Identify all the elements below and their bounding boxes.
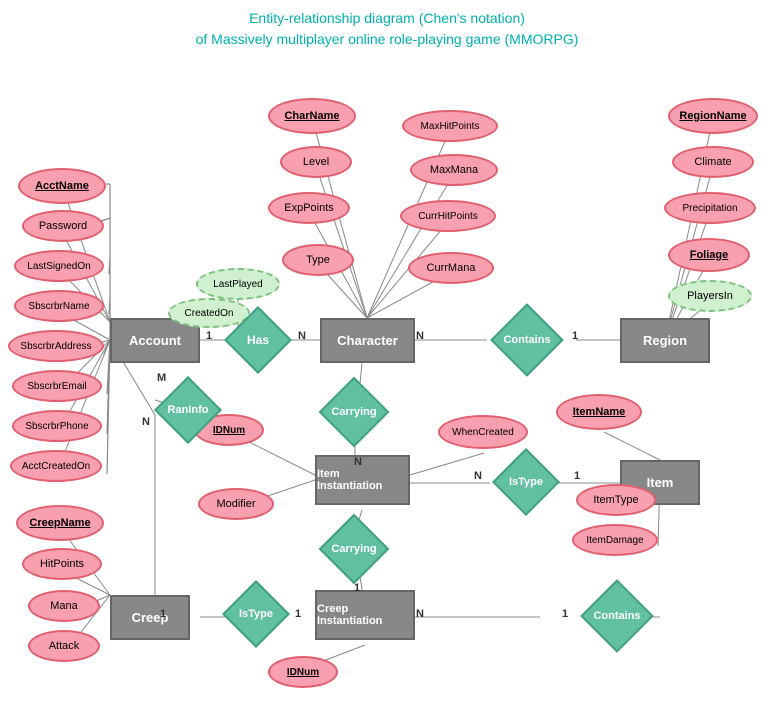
attr-acctname: AcctName — [18, 168, 106, 204]
entity-creep: Creep — [110, 595, 190, 640]
relationship-has: Has — [220, 318, 296, 362]
attr-password: Password — [22, 210, 104, 242]
relationship-contains-region: Contains — [484, 318, 570, 362]
attr-exppoints: ExpPoints — [268, 192, 350, 224]
attr-regionname: RegionName — [668, 98, 758, 134]
attr-precipitation: Precipitation — [664, 192, 756, 224]
card-contains-1: 1 — [572, 330, 578, 342]
relationship-carrying-char: Carrying — [314, 390, 394, 434]
card-istype-1: 1 — [574, 470, 580, 482]
attr-sbscrbr-email: SbscrbrEmail — [12, 370, 102, 402]
card-istype-creep-1: 1 — [160, 608, 166, 620]
attr-climate: Climate — [672, 146, 754, 178]
card-contains-n: N — [416, 330, 424, 342]
card-carrying-creep-1: 1 — [354, 582, 360, 594]
attr-maxhitpoints: MaxHitPoints — [402, 110, 498, 142]
attr-currmana: CurrMana — [408, 252, 494, 284]
card-has-1: 1 — [206, 330, 212, 342]
card-contains-creep-n: N — [416, 608, 424, 620]
attr-modifier: Modifier — [198, 488, 274, 520]
card-istype-creep-n: 1 — [295, 608, 301, 620]
attr-creepname: CreepName — [16, 505, 104, 541]
relationship-istype-item: IsType — [488, 460, 564, 504]
relationship-contains-creep: Contains — [576, 594, 658, 638]
attr-lastplayed: LastPlayed — [196, 268, 280, 300]
attr-maxmana: MaxMana — [410, 154, 498, 186]
attr-itemtype: ItemType — [576, 484, 656, 516]
entity-character: Character — [320, 318, 415, 363]
card-has-n: N — [298, 330, 306, 342]
relationship-carrying-creep: Carrying — [314, 527, 394, 571]
entity-creep-instantiation: Creep Instantiation — [315, 590, 415, 640]
attr-level: Level — [280, 146, 352, 178]
attr-idnum-creep: IDNum — [268, 656, 338, 688]
attr-mana: Mana — [28, 590, 100, 622]
card-istype-n: N — [474, 470, 482, 482]
page-title: Entity-relationship diagram (Chen's nota… — [0, 0, 774, 50]
attr-currhitpoints: CurrHitPoints — [400, 200, 496, 232]
attr-itemdamage: ItemDamage — [572, 524, 658, 556]
attr-sbscrbrname: SbscrbrName — [14, 290, 104, 322]
attr-itemname: ItemName — [556, 394, 642, 430]
canvas: Entity-relationship diagram (Chen's nota… — [0, 0, 774, 725]
relationship-istype-creep: IsType — [218, 592, 294, 636]
attr-attack: Attack — [28, 630, 100, 662]
attr-whencreated: WhenCreated — [438, 415, 528, 449]
attr-sbscrbraddress: SbscrbrAddress — [8, 330, 104, 362]
card-carrying-n: N — [354, 456, 362, 468]
entity-region: Region — [620, 318, 710, 363]
relationship-raninfo: RanInfo — [150, 388, 226, 432]
attr-lastsignedon: LastSignedOn — [14, 250, 104, 282]
attr-playersin: PlayersIn — [668, 280, 752, 312]
card-contains-creep-1: 1 — [562, 608, 568, 620]
attr-type: Type — [282, 244, 354, 276]
entity-item-instantiation: Item Instantiation — [315, 455, 410, 505]
card-raninfo-m: M — [157, 372, 166, 384]
card-raninfo-n: N — [142, 416, 150, 428]
attr-acctcreatedon: AcctCreatedOn — [10, 450, 102, 482]
attr-charname: CharName — [268, 98, 356, 134]
attr-hitpoints: HitPoints — [22, 548, 102, 580]
attr-foliage: Foliage — [668, 238, 750, 272]
attr-sbscrbr-phone: SbscrbrPhone — [12, 410, 102, 442]
